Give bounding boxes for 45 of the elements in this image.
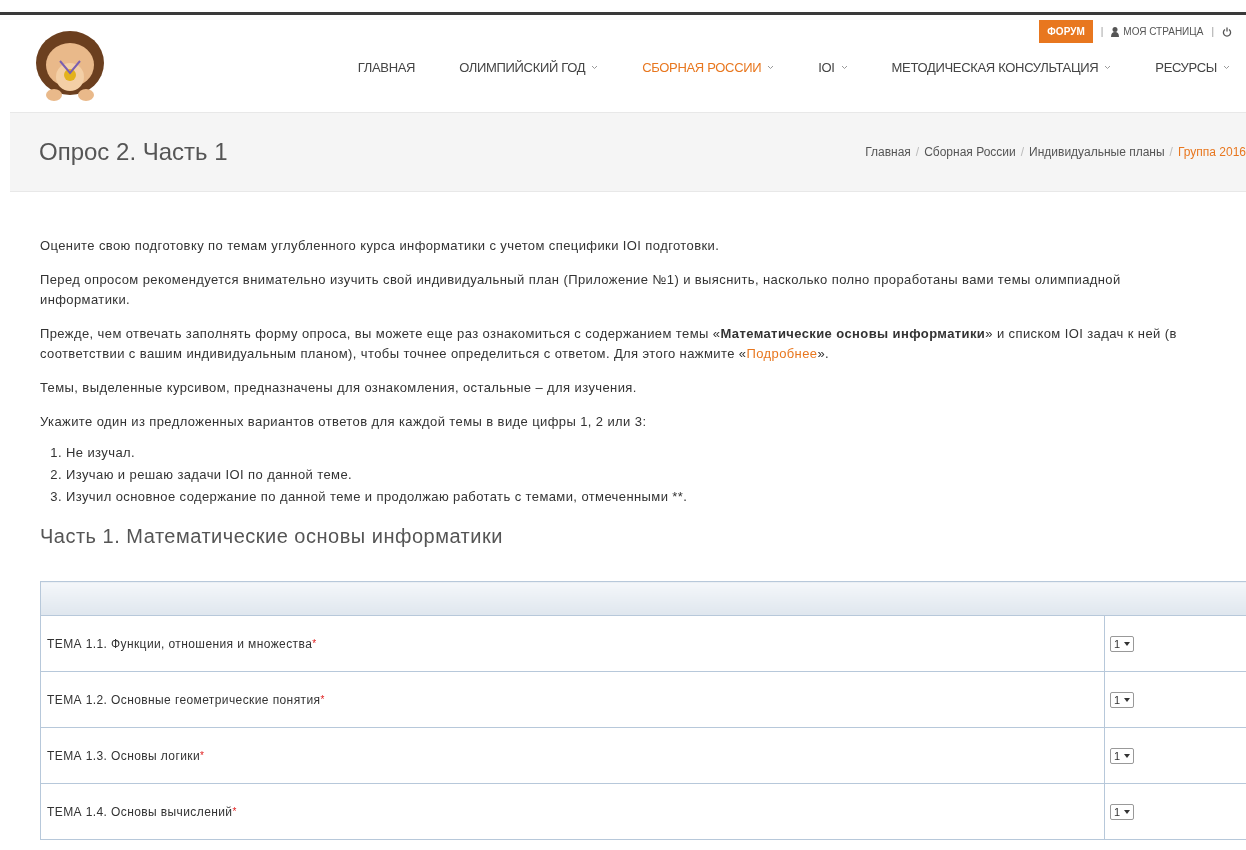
list-number: 3. <box>50 488 62 506</box>
breadcrumb-separator: / <box>915 144 920 161</box>
paragraph: Темы, выделенные курсивом, предназначены для ознакомления, остальные – для изучения. <box>40 379 638 397</box>
select-field[interactable]: 1 <box>1110 691 1134 708</box>
dropdown-arrow-icon <box>1123 641 1130 646</box>
my-page-link[interactable]: МОЯ СТРАНИЦА <box>1111 24 1204 39</box>
paragraph: Укажите один из предложенных вариантов ответов для каждой темы в виде цифры 1, 2 или 3: <box>40 413 648 431</box>
separator: | <box>1100 25 1104 39</box>
power-icon[interactable] <box>1222 26 1232 37</box>
list-item-text: Не изучал. <box>66 444 135 462</box>
nav-link[interactable]: IOI <box>818 58 848 78</box>
breadcrumb-link[interactable]: Главная <box>865 143 911 161</box>
breadcrumb-separator: / <box>1020 144 1025 161</box>
paragraph: Оцените свою подготовку по темам углубленного курса информатики с учетом специфики IOI подготовки. <box>40 237 721 255</box>
dropdown-arrow-icon <box>1123 753 1130 758</box>
table-cell: ТЕМА 1.3. Основы логики* <box>40 727 1105 784</box>
dropdown-arrow-icon <box>1123 697 1130 702</box>
nav-link[interactable]: РЕСУРСЫ <box>1155 58 1230 78</box>
paragraph: Перед опросом рекомендуется внимательно изучить свой индивидуальный план (Приложение №1) и выяснить, насколько полно проработаны вами темы олимпиадной информатики. <box>40 271 1122 309</box>
nav-link[interactable]: МЕТОДИЧЕСКАЯ КОНСУЛЬТАЦИЯ <box>891 58 1112 78</box>
table-cell: ТЕМА 1.2. Основные геометрические понятия* <box>40 671 1105 728</box>
list-item-text: Изучаю и решаю задачи IOI по данной теме. <box>66 466 353 484</box>
paragraph: Прежде, чем отвечать заполнять форму опроса, вы можете еще раз ознакомиться с содержанием темы «Математические основы информатики» и списком IOI задач к ней (в соответствии с вашим индивидуальным планом), чтобы точнее определиться с ответом. Для этого нажмите «Подробнее». <box>40 325 1178 363</box>
dropdown-arrow-icon <box>1123 809 1130 814</box>
table-cell: ТЕМА 1.4. Основы вычислений* <box>40 783 1105 840</box>
list-item-text: Изучил основное содержание по данной теме и продолжаю работать с темами, отмеченными **. <box>66 488 688 506</box>
page-title: Опрос 2. Часть 1 <box>39 137 228 167</box>
breadcrumb-link[interactable]: Сборная России <box>924 143 1016 161</box>
table-cell: ТЕМА 1.1. Функции, отношения и множества* <box>40 615 1105 672</box>
select-field[interactable]: 1 <box>1110 803 1134 820</box>
user-icon <box>1111 26 1120 37</box>
required-mark: * <box>312 637 317 649</box>
required-mark: * <box>232 805 237 817</box>
section-heading: Часть 1. Математические основы информатики <box>40 526 504 546</box>
required-mark: * <box>320 693 325 705</box>
breadcrumb-link[interactable]: Индивидуальные планы <box>1029 143 1165 161</box>
breadcrumb-separator: / <box>1169 144 1173 161</box>
nav-link[interactable]: ОЛИМПИЙСКИЙ ГОД <box>459 58 599 78</box>
nav-link[interactable]: ГЛАВНАЯ <box>357 58 416 78</box>
separator: | <box>1211 25 1214 39</box>
list-number: 2. <box>50 466 62 484</box>
select-field[interactable]: 1 <box>1110 747 1134 764</box>
select-field[interactable]: 1 <box>1110 635 1134 652</box>
required-mark: * <box>200 749 205 761</box>
list-number: 1. <box>50 444 62 462</box>
